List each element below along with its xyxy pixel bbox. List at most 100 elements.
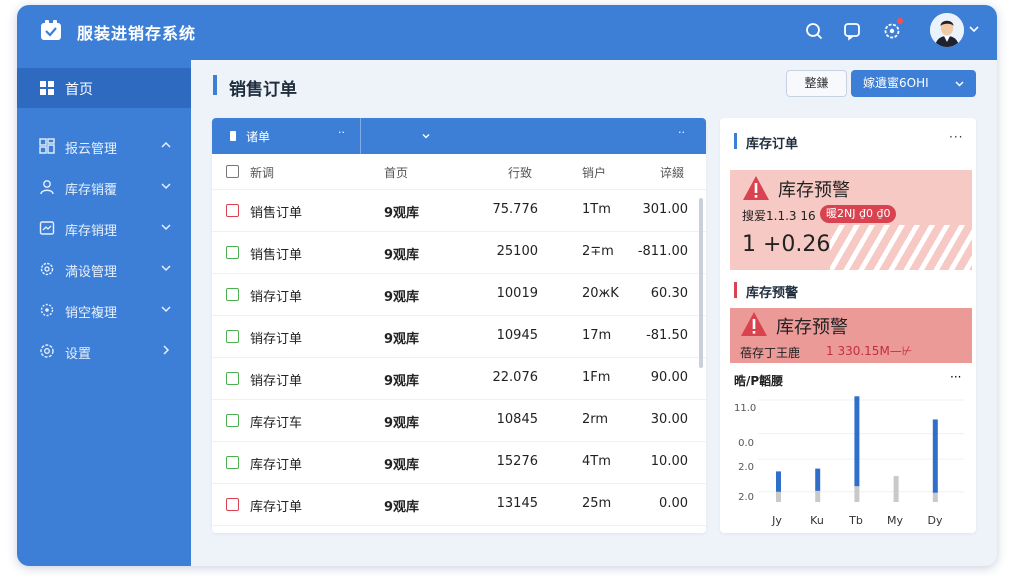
section-title: 库存订单 bbox=[746, 137, 799, 152]
row-checkbox[interactable] bbox=[226, 330, 239, 343]
inventory-bar-chart bbox=[758, 396, 964, 502]
row-checkbox[interactable] bbox=[226, 288, 239, 301]
sidebar-item-setup[interactable]: 満设管理 bbox=[17, 251, 191, 287]
x-tick-label: Ku bbox=[810, 514, 824, 527]
avatar[interactable] bbox=[930, 13, 964, 47]
chevron-down-icon[interactable] bbox=[421, 131, 431, 141]
order-unit: 17m bbox=[582, 328, 612, 343]
table-row[interactable]: 库存订单 9观库 13145 25m 0.00 bbox=[212, 484, 706, 526]
chevron-down-icon bbox=[161, 306, 171, 313]
order-unit: 20жK bbox=[582, 286, 619, 301]
filter-label[interactable]: 诸单 bbox=[246, 128, 270, 145]
more-icon[interactable]: ··· bbox=[950, 370, 961, 384]
order-unit: 2∓m bbox=[582, 244, 614, 259]
order-unit: 2rm bbox=[582, 412, 609, 427]
x-tick-label: Dy bbox=[927, 514, 943, 527]
table-row[interactable]: 销存订单 9观库 10945 17m -81.50 bbox=[212, 316, 706, 358]
more-icon[interactable]: ··· bbox=[949, 130, 963, 144]
stock-alert-card[interactable]: 库存预警 搜爱1.1.3 16 暖2NJ ₫0 ₫0 1 +0.26 bbox=[730, 170, 972, 270]
table-row[interactable]: 销存订单 9观库 22.076 1Fm 90.00 bbox=[212, 358, 706, 400]
sidebar-item-label: 満设管理 bbox=[65, 265, 118, 280]
app-window: 服装进销存系统 首页 报云管理 库存销覆 库存销理 満设管理 销空複理 设置 销… bbox=[17, 5, 997, 566]
order-name: 销存订单 bbox=[250, 290, 303, 305]
chat-icon[interactable] bbox=[841, 20, 863, 42]
order-unit: 1Tm bbox=[582, 202, 611, 217]
alert-amount: 1 330.15M—⊬ bbox=[826, 344, 913, 358]
order-qty: 25100 bbox=[496, 244, 538, 259]
stock-alert-card-2[interactable]: 库存预警 蓓存丁王鹿 1 330.15M—⊬ bbox=[730, 308, 972, 363]
order-amount: 90.00 bbox=[650, 370, 688, 385]
alert-subtitle: 搜爱1.1.3 16 bbox=[742, 209, 816, 223]
order-store: 9观库 bbox=[384, 458, 420, 473]
inventory-icon bbox=[39, 221, 55, 235]
table-row[interactable]: 销售订单 9观库 25100 2∓m -811.00 bbox=[212, 232, 706, 274]
order-store: 9观库 bbox=[384, 416, 420, 431]
table-row[interactable]: 库存订车 9观库 10845 2rm 30.00 bbox=[212, 400, 706, 442]
alert-value: 1 +0.26 bbox=[742, 232, 831, 257]
filter-icon[interactable] bbox=[228, 130, 238, 142]
sidebar-item-label: 库存销覆 bbox=[65, 183, 118, 198]
bar-primary-Tb bbox=[854, 396, 860, 487]
sidebar-item-inventory-sales[interactable]: 库存销覆 bbox=[17, 169, 191, 205]
alert-title: 库存预警 bbox=[778, 180, 850, 201]
row-checkbox[interactable] bbox=[226, 204, 239, 217]
table-row[interactable]: 库存订单 9观库 15276 4Tm 10.00 bbox=[212, 442, 706, 484]
select-all-checkbox[interactable] bbox=[226, 165, 239, 178]
row-checkbox[interactable] bbox=[226, 246, 239, 259]
row-checkbox[interactable] bbox=[226, 456, 239, 469]
x-tick-label: Jy bbox=[772, 514, 782, 527]
bar-secondary-Tb bbox=[854, 486, 860, 502]
table-row[interactable]: 销存订单 9观库 10019 20жK 60.30 bbox=[212, 274, 706, 316]
report-icon bbox=[39, 138, 55, 154]
sidebar-item-settings[interactable]: 设置 bbox=[17, 333, 191, 369]
alert-subtitle: 蓓存丁王鹿 bbox=[740, 346, 801, 360]
warning-icon bbox=[741, 312, 767, 336]
x-tick-label: Tb bbox=[849, 514, 863, 527]
sidebar-item-home[interactable]: 首页 bbox=[17, 68, 191, 108]
row-checkbox[interactable] bbox=[226, 372, 239, 385]
sidebar-item-label: 库存销理 bbox=[65, 224, 118, 239]
more-icon[interactable]: ·· bbox=[678, 126, 685, 139]
column-header-unit[interactable]: 销户 bbox=[582, 164, 606, 181]
notification-dot bbox=[897, 18, 903, 24]
user-icon bbox=[40, 180, 54, 195]
order-amount: -811.00 bbox=[637, 244, 688, 259]
chevron-down-icon bbox=[955, 81, 964, 87]
order-name: 销存订单 bbox=[250, 374, 303, 389]
primary-button-label: 嫁遺蜜6OHI bbox=[863, 76, 929, 90]
warning-icon bbox=[743, 176, 769, 200]
table-scrollbar[interactable] bbox=[699, 198, 703, 368]
bar-secondary-Dy bbox=[932, 492, 938, 502]
cog-icon bbox=[40, 262, 54, 276]
table-row[interactable]: 销售订单 9观库 75.776 1Tm 301.00 bbox=[212, 190, 706, 232]
sidebar-item-sales-manage[interactable]: 销空複理 bbox=[17, 292, 191, 328]
alert-title: 库存预警 bbox=[776, 317, 848, 338]
sidebar-item-label: 设置 bbox=[65, 347, 92, 362]
section-title: 库存预警 bbox=[746, 286, 799, 301]
order-unit: 1Fm bbox=[582, 370, 611, 385]
column-header-store[interactable]: 首页 bbox=[384, 164, 408, 181]
search-icon[interactable] bbox=[803, 20, 825, 42]
sidebar-item-inventory[interactable]: 库存销理 bbox=[17, 210, 191, 246]
column-header-name[interactable]: 新调 bbox=[250, 164, 274, 181]
row-checkbox[interactable] bbox=[226, 414, 239, 427]
gear-icon bbox=[40, 344, 54, 358]
order-store: 9观库 bbox=[384, 206, 420, 221]
column-header-qty[interactable]: 行致 bbox=[508, 164, 532, 181]
sidebar-item-label: 销空複理 bbox=[65, 306, 118, 321]
order-qty: 13145 bbox=[496, 496, 538, 511]
more-icon[interactable]: ·· bbox=[338, 126, 345, 139]
order-amount: 0.00 bbox=[659, 496, 688, 511]
sidebar: 首页 报云管理 库存销覆 库存销理 満设管理 销空複理 设置 bbox=[17, 60, 191, 566]
order-name: 销存订单 bbox=[250, 332, 303, 347]
chevron-down-icon[interactable] bbox=[967, 22, 981, 36]
x-tick-label: My bbox=[886, 514, 903, 527]
sidebar-item-report[interactable]: 报云管理 bbox=[17, 128, 191, 164]
secondary-button[interactable]: 整鎌 bbox=[786, 70, 847, 97]
alert-stripes bbox=[830, 225, 972, 270]
row-checkbox[interactable] bbox=[226, 498, 239, 511]
order-store: 9观库 bbox=[384, 374, 420, 389]
order-qty: 75.776 bbox=[492, 202, 539, 217]
column-header-amount[interactable]: 谇綴 bbox=[660, 164, 684, 181]
primary-dropdown-button[interactable]: 嫁遺蜜6OHI bbox=[851, 70, 976, 97]
